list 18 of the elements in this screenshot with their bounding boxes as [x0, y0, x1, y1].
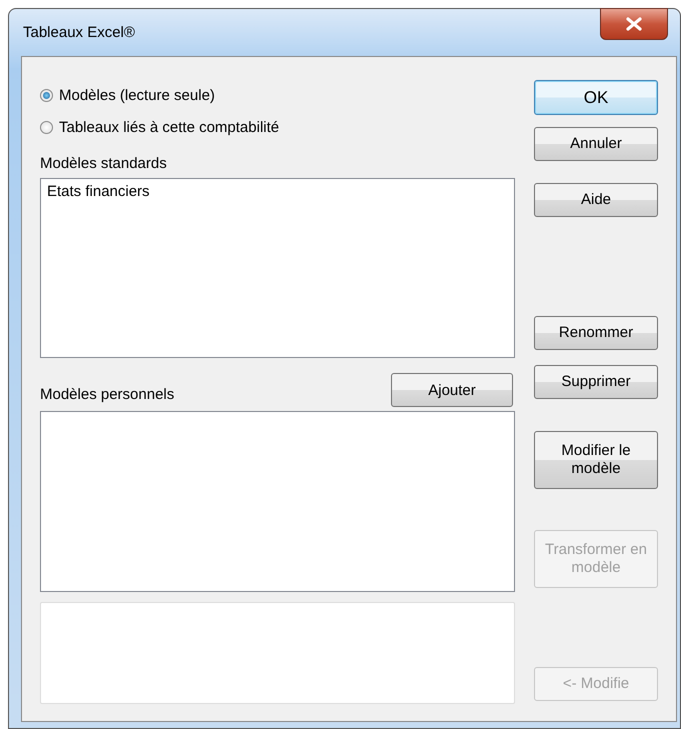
dialog-button[interactable]: Supprimer — [534, 365, 658, 399]
radio-button[interactable] — [40, 120, 53, 134]
window-title: Tableaux Excel® — [23, 24, 135, 41]
list-label: Modèles personnels — [40, 385, 174, 405]
dialog-button[interactable]: Aide — [534, 183, 658, 217]
standard-models-list[interactable]: Etats financiers — [40, 178, 515, 358]
radio-label[interactable]: Tableaux liés à cette comptabilité — [59, 118, 280, 136]
list-item[interactable]: Etats financiers — [41, 179, 514, 204]
add-button[interactable]: Ajouter — [391, 373, 513, 407]
dialog-button[interactable]: Renommer — [534, 316, 658, 350]
list-label: Modèles standards — [40, 154, 167, 174]
radio-label[interactable]: Modèles (lecture seule) — [59, 86, 215, 104]
radio-button[interactable] — [40, 88, 53, 102]
close-button[interactable] — [600, 8, 668, 40]
dialog-button[interactable]: Annuler — [534, 127, 658, 161]
dialog-button[interactable]: OK — [534, 80, 658, 115]
dialog-button[interactable]: Modifier le modèle — [534, 431, 658, 489]
close-icon — [625, 17, 643, 31]
